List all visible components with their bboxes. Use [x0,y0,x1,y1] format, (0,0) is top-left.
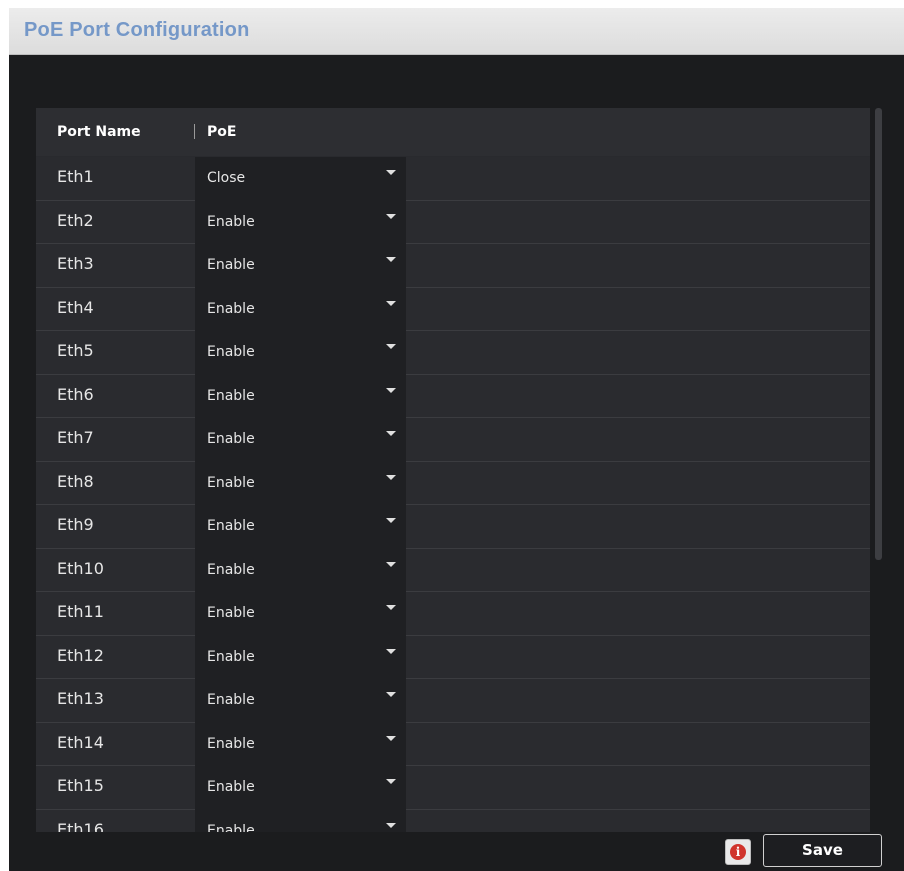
poe-dropdown[interactable]: Enable [195,461,406,505]
port-name: Eth9 [57,515,94,534]
port-name: Eth15 [57,776,104,795]
poe-value: Enable [207,518,255,534]
poe-value: Enable [207,257,255,273]
poe-value: Enable [207,561,255,578]
port-name: Eth10 [57,558,104,578]
port-name: Eth2 [57,210,94,230]
table-row: Eth3 Enable [36,244,870,288]
poe-dropdown[interactable]: Enable [195,418,406,462]
poe-dropdown[interactable]: Enable [195,766,406,810]
port-name: Eth4 [57,297,94,317]
table-row: Eth6 Enable [36,374,870,418]
poe-value: Enable [207,735,255,752]
table-row: Eth14 Enable [36,722,870,766]
table-row: Eth2 Enable [36,200,870,244]
chevron-down-icon [386,605,396,610]
poe-dropdown[interactable]: Enable [195,331,406,375]
poe-dropdown[interactable]: Enable [195,548,406,592]
chevron-down-icon [386,344,396,349]
table-row: Eth5 Enable [36,331,870,375]
poe-dropdown[interactable]: Enable [195,200,406,244]
poe-dropdown[interactable]: Enable [195,505,406,549]
port-name: Eth12 [57,645,104,665]
chevron-down-icon [386,257,396,262]
poe-dropdown[interactable]: Close [195,157,406,201]
table-row: Eth10 Enable [36,548,870,592]
port-name: Eth1 [57,167,94,186]
poe-dropdown[interactable]: Enable [195,722,406,766]
table-row: Eth12 Enable [36,635,870,679]
column-header-poe[interactable]: PoE [207,124,236,140]
chevron-down-icon [386,692,396,697]
chevron-down-icon [386,431,396,436]
port-name: Eth6 [57,384,94,404]
poe-dropdown[interactable]: Enable [195,374,406,418]
info-icon: i [730,844,746,860]
chevron-down-icon [386,822,396,828]
chevron-down-icon [386,213,396,219]
poe-value: Enable [207,344,255,360]
table-row: Eth4 Enable [36,287,870,331]
chevron-down-icon [386,735,396,741]
chevron-down-icon [386,474,396,480]
poe-value: Enable [207,779,255,795]
poe-value: Enable [207,213,255,230]
column-header-port-name[interactable]: Port Name [57,124,141,140]
poe-config-window: PoE Port Configuration Port Name PoE Eth… [9,8,904,871]
table-row: Eth1 Close [36,157,870,201]
port-name: Eth14 [57,732,104,752]
poe-value: Close [207,170,246,186]
chevron-down-icon [386,387,396,393]
info-button[interactable]: i [725,839,751,865]
table-row: Eth7 Enable [36,418,870,462]
poe-dropdown[interactable]: Enable [195,287,406,331]
port-name: Eth16 [57,819,104,833]
port-name: Eth7 [57,428,94,447]
poe-dropdown[interactable]: Enable [195,592,406,636]
save-button[interactable]: Save [763,834,882,867]
poe-value: Enable [207,387,255,404]
table-row: Eth15 Enable [36,766,870,810]
port-name: Eth11 [57,602,104,621]
poe-dropdown[interactable]: Enable [195,244,406,288]
table-body: Eth1 Close Eth2 Enable Eth3 Enable Eth4 Enable E… [36,157,870,832]
scrollbar[interactable] [875,108,883,560]
port-table: Port Name PoE Eth1 Close Eth2 Enable Eth3 Ena… [36,108,870,832]
table-row: Eth16 Enable [36,809,870,833]
chevron-down-icon [386,779,396,784]
poe-dropdown[interactable]: Enable [195,635,406,679]
column-separator[interactable] [194,124,195,139]
table-row: Eth8 Enable [36,461,870,505]
table-header: Port Name PoE [36,108,870,156]
poe-value: Enable [207,648,255,665]
chevron-down-icon [386,561,396,567]
page-title: PoE Port Configuration [24,19,250,41]
poe-value: Enable [207,474,255,491]
port-name: Eth8 [57,471,94,491]
poe-value: Enable [207,431,255,447]
table-row: Eth9 Enable [36,505,870,549]
poe-value: Enable [207,692,255,708]
poe-dropdown[interactable]: Enable [195,679,406,723]
poe-value: Enable [207,822,255,833]
chevron-down-icon [386,300,396,306]
poe-value: Enable [207,605,255,621]
poe-value: Enable [207,300,255,317]
chevron-down-icon [386,518,396,523]
port-name: Eth3 [57,254,94,273]
chevron-down-icon [386,648,396,654]
scrollbar-thumb[interactable] [875,108,882,560]
chevron-down-icon [386,170,396,175]
port-name: Eth13 [57,689,104,708]
poe-dropdown[interactable]: Enable [195,809,406,833]
table-row: Eth11 Enable [36,592,870,636]
title-bar: PoE Port Configuration [9,8,904,55]
port-name: Eth5 [57,341,94,360]
table-row: Eth13 Enable [36,679,870,723]
